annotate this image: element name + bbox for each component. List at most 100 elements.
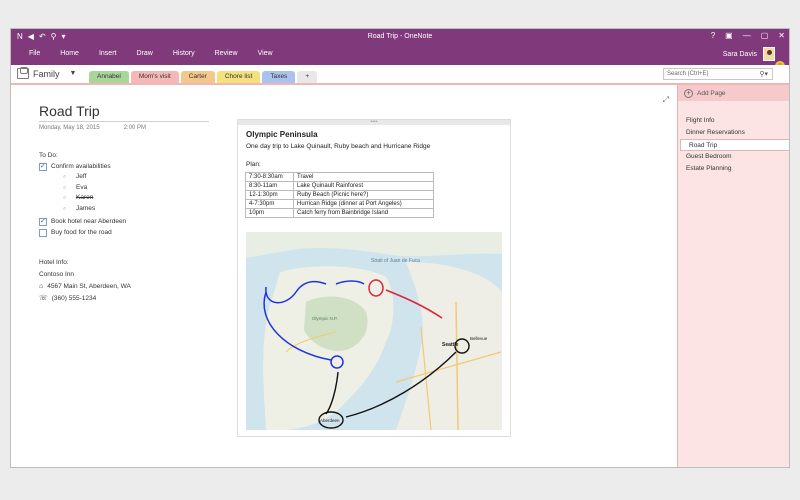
avatar[interactable] (763, 47, 775, 61)
notebook-selector[interactable]: Family ▼ (17, 67, 77, 79)
note-container[interactable]: •••• Olympic Peninsula One day trip to L… (237, 119, 511, 437)
add-page-label: Add Page (697, 89, 726, 97)
tab-section[interactable]: Chore list (216, 71, 261, 83)
page-list-item[interactable]: Road Trip (680, 139, 789, 151)
phone-icon: ☏ (39, 295, 48, 302)
menu-home[interactable]: Home (50, 50, 89, 57)
help-icon[interactable]: ? (711, 31, 715, 40)
hotel-name: Contoso Inn (39, 271, 75, 278)
hotel-address: 4567 Main St, Aberdeen, WA (47, 283, 131, 290)
add-page-button[interactable]: + Add Page (678, 85, 789, 101)
todo-item-label: Book hotel near Aberdeen (51, 218, 127, 225)
plan-time: 10pm (245, 208, 294, 218)
todo-item-confirm: Confirm availabilities (39, 162, 126, 172)
page-list: Flight Info Dinner Reservations Road Trip G… (678, 115, 789, 175)
menu-draw[interactable]: Draw (126, 50, 162, 57)
hotel-heading: Hotel Info: (39, 259, 69, 266)
map-label-strait: Strait of Juan de Fuca (371, 258, 420, 264)
home-icon: ⌂ (39, 283, 44, 290)
list-item: Eva (63, 183, 126, 194)
section-tab-bar: Family ▼ Annabel Mom's visit Carter Chore l… (11, 65, 789, 85)
table-row: 12-1:30pm Ruby Beach (Picnic here?) (245, 190, 434, 200)
search-input[interactable]: Search (Ctrl+E) ⚲▾ (663, 68, 773, 80)
note-drag-handle[interactable]: •••• (238, 120, 510, 125)
menu-history[interactable]: History (163, 50, 205, 57)
todo-checkbox[interactable] (39, 228, 47, 237)
plan-activity: Travel (293, 172, 434, 182)
person-name: Jeff (76, 173, 87, 180)
people-list: Jeff Eva Karen James (63, 172, 126, 214)
hotel-phone: (360) 555-1234 (51, 295, 97, 302)
notebook-name: Family (33, 68, 60, 79)
map-label-bellevue: Bellevue (470, 336, 488, 341)
section-tabs: Annabel Mom's visit Carter Chore list Taxes + (89, 71, 318, 83)
ribbon-display-icon[interactable]: ▣ (725, 31, 733, 40)
hotel-info: Hotel Info: Contoso Inn ⌂ 4567 Main St, … (39, 257, 131, 305)
tab-section[interactable]: Mom's visit (130, 71, 179, 83)
table-row: 4-7:30pm Hurrican Ridge (dinner at Port A… (245, 199, 434, 209)
page-title[interactable]: Road Trip (39, 103, 100, 119)
tab-section[interactable]: Carter (180, 71, 215, 83)
page-time: 2:00 PM (123, 125, 146, 131)
hotel-phone-row: ☏ (360) 555-1234 (39, 293, 131, 305)
plan-activity: Catch ferry from Bainbridge Island (293, 208, 434, 218)
page-canvas[interactable]: ⤢ Road Trip Monday, May 18, 2015 2:00 PM… (11, 85, 677, 467)
chevron-down-icon: ▼ (69, 70, 77, 77)
list-item: Jeff (63, 172, 126, 183)
plan-activity: Ruby Beach (Picnic here?) (293, 190, 434, 200)
plus-icon: + (684, 88, 693, 98)
title-bar: N ◀ ↶ ⚲ ▾ Road Trip - OneNote ? ▣ — ▢ ✕ (11, 29, 789, 45)
tab-section[interactable]: Taxes (262, 71, 296, 83)
todo-checkbox[interactable] (39, 162, 47, 172)
search-placeholder: Search (Ctrl+E) (667, 71, 709, 77)
map-label-olympic: Olympic N.P. (312, 316, 338, 321)
plan-time: 7:30-8:30am (245, 172, 294, 182)
todo-item-hotel: Book hotel near Aberdeen (39, 217, 126, 228)
expand-icon[interactable]: ⤢ (663, 95, 669, 105)
todo-item-label: Confirm availabilities (51, 162, 111, 170)
table-row: 8:30-11am Lake Quinault Rainforest (245, 181, 434, 191)
table-row: 10pm Catch ferry from Bainbridge Island (245, 208, 434, 218)
plan-activity: Lake Quinault Rainforest (293, 181, 434, 191)
plan-activity: Hurrican Ridge (dinner at Port Angeles) (293, 199, 434, 209)
menu-file[interactable]: File (19, 50, 50, 57)
map-label-seattle: Seattle (442, 342, 459, 348)
table-row: 7:30-8:30am Travel (245, 172, 434, 182)
menu-review[interactable]: Review (205, 50, 248, 57)
add-section-button[interactable]: + (297, 71, 318, 83)
plan-time: 4-7:30pm (245, 199, 294, 209)
page-list-panel: + Add Page Flight Info Dinner Reservation… (677, 85, 789, 467)
todo-item-label: Buy food for the road (51, 228, 112, 236)
todo-checkbox[interactable] (39, 217, 47, 228)
note-title: Olympic Peninsula (246, 130, 318, 139)
page-list-item[interactable]: Estate Planning (678, 163, 789, 175)
user-account[interactable]: Sara Davis ☺ (722, 47, 785, 71)
user-name: Sara Davis (722, 50, 757, 58)
page-date: Monday, May 18, 2015 (39, 125, 100, 131)
page-list-item[interactable]: Flight Info (678, 115, 789, 127)
minimize-icon[interactable]: — (743, 31, 751, 40)
menu-view[interactable]: View (248, 50, 283, 57)
map-image: Strait of Juan de Fuca Olympic N.P. Seat… (246, 232, 502, 431)
page-list-item[interactable]: Dinner Reservations (678, 127, 789, 139)
notebook-icon (17, 67, 29, 79)
plan-table: 7:30-8:30am Travel 8:30-11am Lake Quinault … (245, 172, 434, 218)
plan-time: 8:30-11am (245, 181, 294, 191)
close-icon[interactable]: ✕ (778, 31, 785, 40)
page-datetime: Monday, May 18, 2015 2:00 PM (39, 125, 146, 131)
search-icon[interactable]: ⚲▾ (759, 70, 768, 78)
tab-section[interactable]: Annabel (89, 71, 129, 83)
page-list-item[interactable]: Guest Bedroom (678, 151, 789, 163)
plan-time: 12-1:30pm (245, 190, 294, 200)
title-underline (39, 121, 209, 122)
ribbon-tabs: File Home Insert Draw History Review Vie… (11, 45, 789, 71)
maximize-icon[interactable]: ▢ (761, 31, 769, 40)
person-name: James (76, 204, 96, 212)
list-item: Karen (63, 193, 126, 204)
window-controls: ? ▣ — ▢ ✕ (711, 31, 785, 40)
hotel-address-row: ⌂ 4567 Main St, Aberdeen, WA (39, 281, 131, 293)
todo-list: To Do: Confirm availabilities Jeff Eva K… (39, 151, 126, 238)
note-subtitle: One day trip to Lake Quinault, Ruby beac… (246, 143, 431, 150)
list-item: James (63, 204, 126, 215)
menu-insert[interactable]: Insert (89, 50, 127, 57)
